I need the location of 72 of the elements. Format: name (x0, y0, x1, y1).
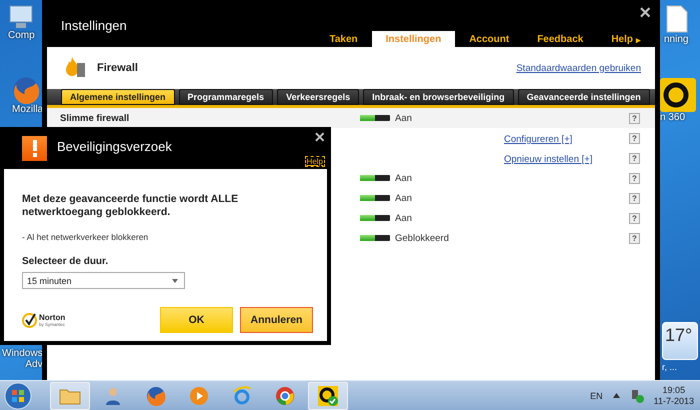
desktop-icon-label[interactable]: Windows (2, 348, 43, 359)
ring-check-icon (317, 384, 339, 406)
help-button[interactable]: ? (629, 192, 640, 204)
desktop-icon-label[interactable]: nning (664, 34, 688, 45)
help-button[interactable]: ? (629, 212, 640, 224)
help-button[interactable]: ? (629, 232, 640, 244)
desktop-icon-label[interactable]: Adv (25, 359, 43, 370)
person-icon (104, 386, 122, 406)
caret-icon: ▸ (636, 34, 641, 44)
play-icon (189, 386, 209, 406)
sub-tab[interactable]: Geavanceerde instellingen (518, 89, 650, 105)
desktop-icon-label[interactable]: n 360 (660, 112, 686, 123)
help-button[interactable]: ? (629, 112, 640, 124)
sub-tab[interactable]: Verkeersregels (277, 89, 360, 105)
defaults-link[interactable]: Standaardwaarden gebruiken (516, 62, 641, 74)
dialog-button[interactable]: OK (160, 307, 233, 333)
sub-tab[interactable]: Algemene instellingen (61, 89, 175, 105)
toggle-track[interactable] (360, 115, 390, 121)
desktop-icon-label[interactable]: Comp (8, 30, 35, 41)
section-title: Firewall (97, 62, 138, 74)
warning-message: Met deze geavanceerde functie wordt ALLE netwerktoegang geblokkeerd. (22, 193, 240, 219)
dialog-title: Beveiligingsverzoek (57, 138, 172, 154)
help-button[interactable]: ? (629, 132, 640, 144)
brand-name: Norton (39, 313, 66, 322)
close-button[interactable]: × (314, 127, 325, 148)
temperature: 17° (665, 325, 692, 346)
computer-icon (8, 4, 34, 30)
globe-icon (12, 76, 40, 104)
nav-tab[interactable]: Help ▸ (597, 31, 655, 47)
duration-dropdown[interactable]: 15 minuten (22, 272, 185, 289)
language-indicator[interactable]: EN (590, 390, 603, 400)
setting-link[interactable]: Opnieuw instellen [+] (504, 154, 592, 165)
status-text: Aan (395, 192, 412, 204)
clock[interactable]: 19:05 11-7-2013 (654, 384, 694, 406)
start-button[interactable] (4, 382, 32, 410)
ring-icon (232, 386, 252, 406)
toggle-track[interactable] (360, 195, 390, 201)
nav-tab[interactable]: Account (455, 31, 524, 47)
desktop-icon-label[interactable]: Mozilla (12, 104, 44, 115)
help-button[interactable]: ? (629, 152, 640, 164)
status-text: Aan (395, 212, 412, 224)
status-text: Geblokkeerd (395, 232, 449, 244)
globe-icon (146, 386, 166, 406)
toggle-track[interactable] (360, 235, 390, 241)
duration-label: Selecteer de duur. (22, 256, 110, 267)
window-title: Instellingen (61, 18, 127, 33)
folder-icon (59, 386, 81, 404)
dialog-button[interactable]: Annuleren (240, 307, 313, 333)
status-text: Aan (395, 172, 412, 184)
ring-icon (660, 78, 696, 112)
status-text: Aan (395, 112, 412, 124)
setting-label: Slimme firewall (59, 112, 130, 124)
warning-icon (22, 136, 47, 160)
dropdown-arrow-icon (172, 278, 178, 282)
gadget-caption: r, ... (662, 362, 678, 372)
detail-text: - Al het netwerkverkeer blokkeren (22, 232, 150, 242)
check-badge-icon (22, 312, 37, 328)
file-icon (664, 4, 690, 34)
setting-link[interactable]: Configureren [+] (504, 134, 572, 145)
nav-tab[interactable]: Feedback (523, 31, 598, 47)
toggle-track[interactable] (360, 175, 390, 181)
nav-tab[interactable]: Taken (315, 31, 372, 47)
up-arrow-icon[interactable] (612, 393, 620, 398)
network-check-icon[interactable] (630, 388, 644, 402)
close-button[interactable]: × (639, 2, 651, 25)
sub-tab[interactable]: Programmaregels (178, 89, 274, 105)
help-button[interactable]: ? (629, 172, 640, 184)
sub-tab[interactable]: Inbraak- en browserbeveiliging (363, 89, 514, 105)
taskbar-app[interactable] (308, 382, 348, 410)
wheel-icon (275, 386, 295, 406)
toggle-track[interactable] (360, 215, 390, 221)
help-link[interactable]: Help (304, 156, 325, 167)
